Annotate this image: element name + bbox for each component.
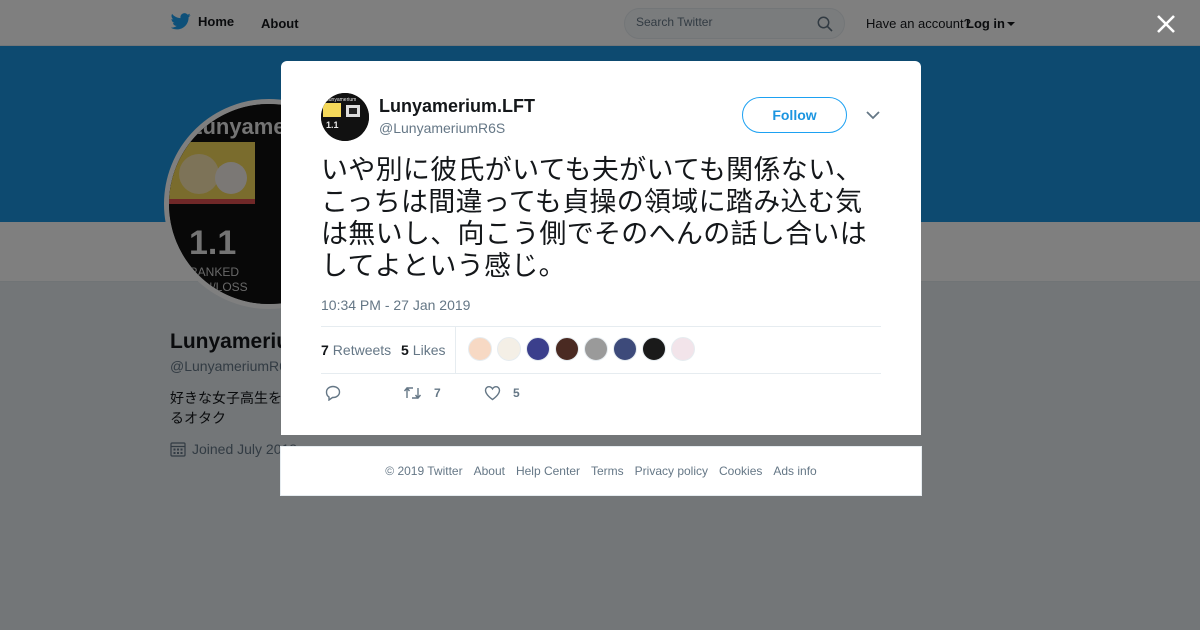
liker-avatar[interactable] bbox=[555, 337, 579, 361]
tweet-text: いや別に彼氏がいても夫がいても関係ない、こっちは間違っても貞操の領域に踏み込む気… bbox=[321, 155, 867, 281]
follow-button[interactable]: Follow bbox=[742, 97, 847, 133]
retweet-action[interactable]: 7 bbox=[403, 385, 441, 401]
liker-avatars bbox=[468, 337, 695, 361]
liker-avatar[interactable] bbox=[497, 337, 521, 361]
liker-avatar[interactable] bbox=[642, 337, 666, 361]
like-action[interactable]: 5 bbox=[484, 385, 520, 401]
tweet-author-handle[interactable]: @LunyameriumR6S bbox=[379, 120, 505, 136]
tweet-author-name[interactable]: Lunyamerium.LFT bbox=[379, 96, 535, 117]
retweet-action-count: 7 bbox=[434, 386, 441, 400]
liker-avatar[interactable] bbox=[671, 337, 695, 361]
liker-avatar[interactable] bbox=[468, 337, 492, 361]
footer-link-ads-info[interactable]: Ads info bbox=[773, 464, 816, 478]
like-action-count: 5 bbox=[513, 386, 520, 400]
stats-divider bbox=[455, 327, 456, 374]
chevron-down-icon[interactable] bbox=[864, 109, 882, 121]
heart-icon bbox=[484, 385, 501, 401]
retweets-label: Retweets bbox=[332, 342, 392, 358]
likes-label: Likes bbox=[412, 342, 446, 358]
footer-link-terms[interactable]: Terms bbox=[591, 464, 624, 478]
reply-action[interactable] bbox=[325, 385, 341, 401]
footer-link-about[interactable]: About bbox=[474, 464, 505, 478]
tweet-stats: 7 Retweets 5 Likes bbox=[321, 326, 881, 374]
modal-footer: © 2019 Twitter About Help Center Terms P… bbox=[280, 446, 922, 496]
retweets-count: 7 bbox=[321, 342, 329, 358]
footer-link-privacy[interactable]: Privacy policy bbox=[635, 464, 708, 478]
tweet-actions: 7 5 bbox=[321, 385, 881, 405]
retweets-stat[interactable]: 7 Retweets bbox=[321, 342, 391, 358]
reply-icon bbox=[325, 385, 341, 401]
likes-stat[interactable]: 5 Likes bbox=[401, 342, 445, 358]
liker-avatar[interactable] bbox=[584, 337, 608, 361]
footer-link-cookies[interactable]: Cookies bbox=[719, 464, 762, 478]
tweet-timestamp[interactable]: 10:34 PM - 27 Jan 2019 bbox=[321, 297, 470, 313]
svg-text:Lunyamerium: Lunyamerium bbox=[326, 97, 356, 103]
svg-text:1.1: 1.1 bbox=[326, 120, 339, 130]
likes-count: 5 bbox=[401, 342, 409, 358]
tweet-author-avatar[interactable]: 1.1 Lunyamerium bbox=[321, 93, 369, 141]
liker-avatar[interactable] bbox=[526, 337, 550, 361]
footer-link-help-center[interactable]: Help Center bbox=[516, 464, 580, 478]
liker-avatar[interactable] bbox=[613, 337, 637, 361]
footer-copyright: © 2019 Twitter bbox=[385, 464, 463, 478]
tweet-modal: 1.1 Lunyamerium Lunyamerium.LFT @Lunyame… bbox=[281, 61, 921, 435]
close-icon[interactable] bbox=[1155, 13, 1177, 35]
tweet-author-avatar-image: 1.1 Lunyamerium bbox=[321, 93, 369, 141]
retweet-icon bbox=[403, 386, 422, 400]
